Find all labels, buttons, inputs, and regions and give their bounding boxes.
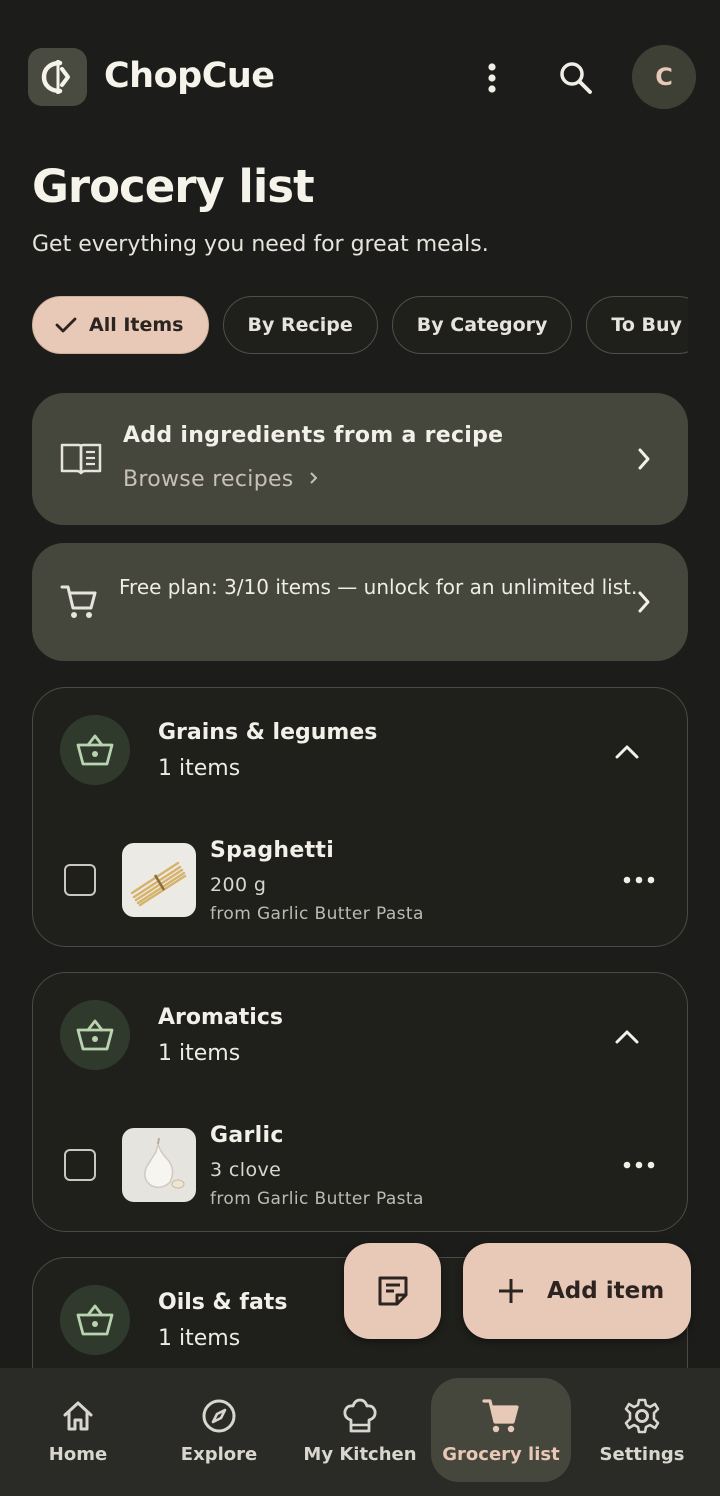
chevron-right-icon <box>636 590 652 618</box>
basket-icon <box>60 1000 130 1070</box>
item-more-button[interactable] <box>621 1155 657 1175</box>
cart-icon <box>482 1396 520 1436</box>
filter-chip-label: By Category <box>416 314 548 336</box>
home-icon <box>60 1396 96 1436</box>
item-thumbnail-garlic <box>122 1128 196 1202</box>
more-options-button[interactable] <box>472 56 512 100</box>
category-section-grains: Grains & legumes 1 items Spaghetti 200 g… <box>32 687 688 947</box>
avatar[interactable]: C <box>632 45 696 109</box>
item-more-button[interactable] <box>621 870 657 890</box>
free-plan-card[interactable]: Free plan: 3/10 items — unlock for an un… <box>32 543 688 661</box>
section-count: 1 items <box>158 756 241 781</box>
nav-item-my-kitchen[interactable]: My Kitchen <box>290 1378 430 1482</box>
search-icon <box>560 62 592 94</box>
add-item-button[interactable]: Add item <box>463 1243 691 1339</box>
filter-chips: All Items By Recipe By Category To Buy <box>32 296 688 356</box>
section-title: Grains & legumes <box>158 720 378 745</box>
filter-chip-to-buy[interactable]: To Buy <box>586 296 688 354</box>
add-from-recipe-card[interactable]: Add ingredients from a recipe Browse rec… <box>32 393 688 525</box>
collapse-section-button[interactable] <box>607 732 647 772</box>
item-thumbnail-spaghetti <box>122 843 196 917</box>
add-item-label: Add item <box>547 1278 665 1304</box>
page-subtitle: Get everything you need for great meals. <box>32 232 489 257</box>
category-section-aromatics: Aromatics 1 items Garlic 3 clove from Ga… <box>32 972 688 1232</box>
chevron-right-icon <box>636 447 652 475</box>
item-quantity: 3 clove <box>210 1159 282 1181</box>
basket-icon <box>60 1285 130 1355</box>
chevron-up-icon <box>615 745 639 759</box>
filter-chip-label: To Buy <box>611 314 682 336</box>
app-title: ChopCue <box>104 56 275 96</box>
item-source: from Garlic Butter Pasta <box>210 904 424 924</box>
compass-icon <box>200 1396 238 1436</box>
logo-icon <box>41 60 70 94</box>
collapse-section-button[interactable] <box>607 1017 647 1057</box>
search-button[interactable] <box>554 56 598 100</box>
gear-icon <box>623 1396 661 1436</box>
item-name: Spaghetti <box>210 838 335 863</box>
item-checkbox[interactable] <box>64 864 96 896</box>
filter-chip-label: All Items <box>89 314 184 336</box>
recipe-card-title: Add ingredients from a recipe <box>123 423 504 448</box>
book-icon <box>60 441 102 479</box>
chevron-right-icon <box>310 472 318 484</box>
basket-icon <box>60 715 130 785</box>
browse-recipes-label: Browse recipes <box>123 467 294 492</box>
check-icon <box>55 316 77 334</box>
chef-hat-icon <box>340 1396 380 1436</box>
item-checkbox[interactable] <box>64 1149 96 1181</box>
plus-icon <box>497 1277 525 1305</box>
section-count: 1 items <box>158 1326 241 1351</box>
item-quantity: 200 g <box>210 874 267 896</box>
filter-chip-label: By Recipe <box>247 314 353 336</box>
nav-label: Grocery list <box>442 1444 560 1465</box>
section-title: Oils & fats <box>158 1290 288 1315</box>
nav-label: Settings <box>599 1444 685 1465</box>
nav-label: Home <box>48 1444 108 1465</box>
section-title: Aromatics <box>158 1005 283 1030</box>
bottom-navigation: Home Explore My Kitchen Grocery list Set… <box>0 1368 720 1496</box>
notes-fab-button[interactable] <box>344 1243 441 1339</box>
nav-item-explore[interactable]: Explore <box>149 1378 289 1482</box>
more-vertical-icon <box>488 63 496 93</box>
item-source: from Garlic Butter Pasta <box>210 1189 424 1209</box>
cart-icon <box>60 583 98 625</box>
nav-item-settings[interactable]: Settings <box>572 1378 712 1482</box>
item-name: Garlic <box>210 1123 284 1148</box>
note-icon <box>378 1276 407 1306</box>
more-horizontal-icon <box>623 876 655 884</box>
page-title: Grocery list <box>32 160 315 213</box>
nav-item-home[interactable]: Home <box>8 1378 148 1482</box>
nav-label: Explore <box>180 1444 258 1465</box>
nav-item-grocery-list[interactable]: Grocery list <box>431 1378 571 1482</box>
filter-chip-by-recipe[interactable]: By Recipe <box>222 296 378 354</box>
app-logo <box>28 48 87 106</box>
filter-chip-all-items[interactable]: All Items <box>32 296 209 354</box>
more-horizontal-icon <box>623 1161 655 1169</box>
filter-chip-by-category[interactable]: By Category <box>391 296 573 354</box>
free-plan-text: Free plan: 3/10 items — unlock for an un… <box>119 575 638 599</box>
chevron-up-icon <box>615 1030 639 1044</box>
browse-recipes-link[interactable]: Browse recipes <box>123 467 321 492</box>
section-count: 1 items <box>158 1041 241 1066</box>
nav-label: My Kitchen <box>303 1444 417 1465</box>
